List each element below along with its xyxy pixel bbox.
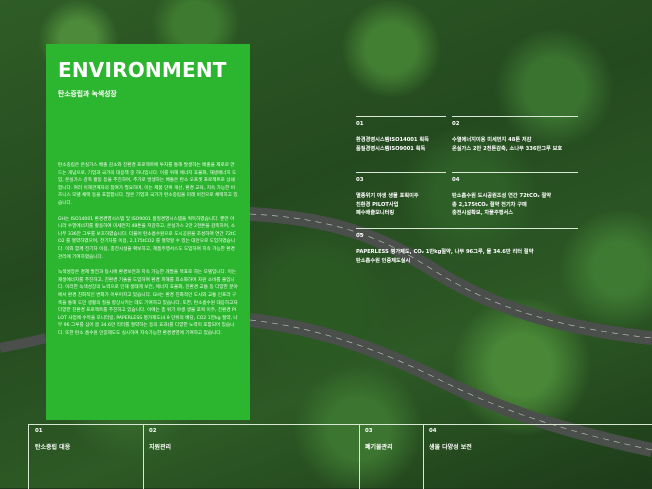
category-number: 03 [365, 428, 373, 434]
panel-subtitle: 탄소중립과 녹색성장 [58, 90, 117, 98]
item-line: 품질경영시스템ISO9001 획득 [356, 145, 426, 152]
achievement-item-05: 05 PAPERLESS 평가제도, CO₂ 1만kg절약, 나무 96그루, … [356, 228, 578, 265]
paragraph-green-growth: 녹색성장은 경제 발전과 동시에 환경보전과 지속 가능한 개발을 목표로 하는… [58, 270, 238, 336]
item-line: 친환경 PILOT사업 [356, 201, 399, 208]
category-waste-management[interactable]: 03 폐기물관리 [359, 425, 424, 489]
paragraph-gh-certification: GH는 ISO14001 환경경영시스템 및 ISO9001 품질경영시스템을 … [58, 216, 236, 260]
item-line: 탄소흡수원 인증제도실시 [356, 257, 411, 264]
category-biodiversity[interactable]: 04 생물 다양성 보전 [423, 425, 652, 489]
item-line: 총 2,175tCO₂ 절약 전기차 구매 [452, 201, 527, 208]
category-bar: 01 탄소중립 대응 02 지원관리 03 폐기물관리 04 생물 다양성 보전 [28, 424, 652, 489]
panel-title: ENVIRONMENT [58, 58, 227, 82]
environment-panel: ENVIRONMENT 탄소중립과 녹색성장 탄소중립은 온실가스 배출 감소와… [46, 44, 250, 420]
item-number: 01 [356, 121, 364, 127]
category-number: 01 [35, 428, 43, 434]
item-line: 폐수배출모니터링 [356, 210, 395, 217]
item-text: PAPERLESS 평가제도, CO₂ 1만kg절약, 나무 96그루, 물 3… [356, 248, 578, 265]
achievement-item-03: 03 멸종위기 야생 생물 포획이주 친환경 PILOT사업 폐수배출모니터링 [356, 172, 446, 218]
item-text: 수열에너지이용 미세먼지 48톤 저감 온실가스 2만 2천톤감축, 소나무 3… [452, 136, 578, 153]
category-resource-management[interactable]: 02 지원관리 [143, 425, 360, 489]
item-line: 멸종위기 야생 생물 포획이주 [356, 193, 419, 199]
category-label: 탄소중립 대응 [35, 444, 71, 451]
item-number: 05 [356, 233, 364, 239]
category-number: 02 [149, 428, 157, 434]
category-carbon-neutral[interactable]: 01 탄소중립 대응 [29, 425, 144, 489]
item-text: 탄소흡수원 도시공원조성 연간 72tCO₂ 절약 총 2,175tCO₂ 절약… [452, 192, 578, 218]
item-line: 충전시설확보, 차풀주행서스 [452, 210, 514, 217]
item-line: 환경경영시스템ISO14001 획득 [356, 137, 429, 143]
item-text: 환경경영시스템ISO14001 획득 품질경영시스템ISO9001 획득 [356, 136, 446, 153]
item-number: 03 [356, 177, 364, 183]
category-label: 폐기물관리 [365, 444, 393, 451]
item-number: 02 [452, 121, 460, 127]
item-line: 온실가스 2만 2천톤감축, 소나무 336만그루 보호 [452, 145, 563, 152]
item-text: 멸종위기 야생 생물 포획이주 친환경 PILOT사업 폐수배출모니터링 [356, 192, 446, 218]
achievement-item-04: 04 탄소흡수원 도시공원조성 연간 72tCO₂ 절약 총 2,175tCO₂… [452, 172, 578, 218]
achievement-item-01: 01 환경경영시스템ISO14001 획득 품질경영시스템ISO9001 획득 [356, 116, 446, 153]
category-number: 04 [429, 428, 437, 434]
item-number: 04 [452, 177, 460, 183]
item-line: PAPERLESS 평가제도, CO₂ 1만kg절약, 나무 96그루, 물 3… [356, 249, 534, 255]
achievement-item-02: 02 수열에너지이용 미세먼지 48톤 저감 온실가스 2만 2천톤감축, 소나… [452, 116, 578, 153]
paragraph-carbon-neutral: 탄소중립은 온실가스 배출 감소와 친환경 프로젝트에 투자를 통해 발생하는 … [58, 163, 238, 206]
category-label: 생물 다양성 보전 [429, 444, 472, 451]
category-label: 지원관리 [149, 444, 172, 451]
item-line: 탄소흡수원 도시공원조성 연간 72tCO₂ 절약 [452, 193, 551, 199]
item-line: 수열에너지이용 미세먼지 48톤 저감 [452, 137, 532, 143]
